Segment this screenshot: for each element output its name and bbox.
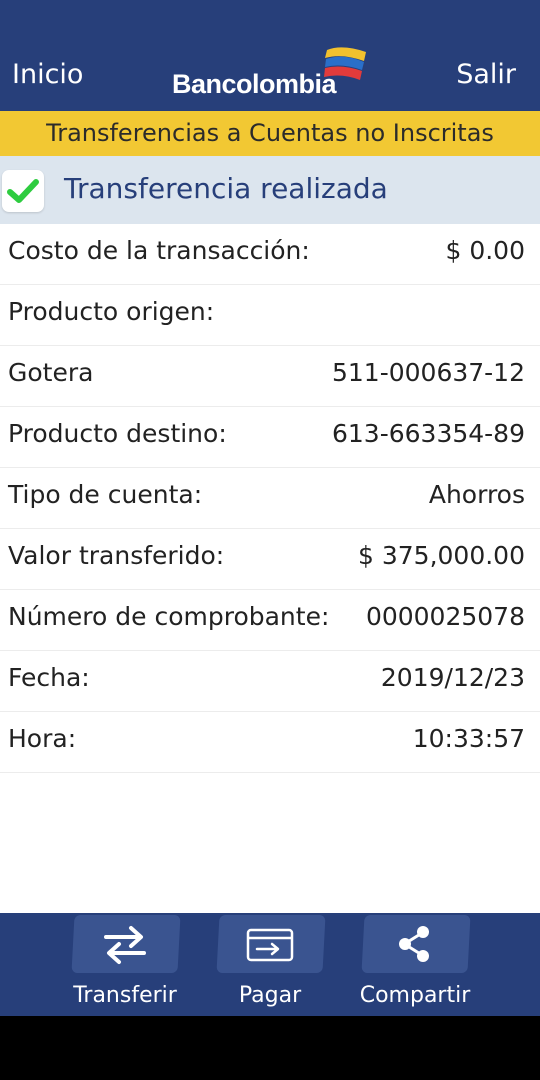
detail-value: 613-663354-89 [331,419,525,448]
check-icon [2,170,44,212]
detail-value: 511-000637-12 [331,358,525,387]
transaction-details: Costo de la transacción: $ 0.00 Producto… [0,224,540,773]
detail-value: 10:33:57 [412,724,525,753]
detail-label: Producto destino: [8,419,227,448]
detail-label: Valor transferido: [8,541,225,570]
detail-label: Costo de la transacción: [8,236,310,265]
status-message: Transferencia realizada [64,172,388,205]
logo-flag-icon [324,47,366,80]
detail-row-destination-product: Producto destino: 613-663354-89 [0,407,540,468]
detail-row-amount: Valor transferido: $ 375,000.00 [0,529,540,590]
detail-label: Producto origen: [8,297,215,326]
card-icon [246,928,294,962]
pay-label: Pagar [238,983,302,1008]
detail-row-time: Hora: 10:33:57 [0,712,540,773]
app-screen: Inicio Bancolombia Salir Transferencias … [0,0,540,1016]
transfer-button[interactable]: Transferir [65,913,185,1016]
status-banner: Transferencia realizada [0,156,540,224]
detail-value: 0000025078 [365,602,525,631]
detail-label: Gotera [8,358,94,387]
detail-label: Número de comprobante: [8,602,330,631]
detail-row-receipt-number: Número de comprobante: 0000025078 [0,590,540,651]
share-icon [399,926,429,962]
transfer-label: Transferir [73,983,177,1008]
system-navigation-bar [0,1016,540,1080]
detail-value: 2019/12/23 [380,663,525,692]
logout-link[interactable]: Salir [456,58,516,92]
detail-label: Fecha: [8,663,90,692]
share-button[interactable]: Compartir [355,913,475,1016]
detail-row-origin-product: Producto origen: [0,285,540,346]
logo-wordmark: Bancolombia [172,69,337,99]
section-title: Transferencias a Cuentas no Inscritas [0,111,540,156]
detail-value: Ahorros [428,480,525,509]
bottom-action-bar: Transferir Pagar Compartir [0,913,540,1016]
share-label: Compartir [359,983,471,1008]
transfer-arrows-icon [104,926,146,964]
detail-label: Tipo de cuenta: [8,480,203,509]
detail-row-cost: Costo de la transacción: $ 0.00 [0,224,540,285]
detail-label: Hora: [8,724,77,753]
detail-row-account-type: Tipo de cuenta: Ahorros [0,468,540,529]
top-app-bar: Inicio Bancolombia Salir [0,0,540,111]
detail-value: $ 0.00 [445,236,525,265]
detail-row-origin-account: Gotera 511-000637-12 [0,346,540,407]
bancolombia-logo: Bancolombia [172,44,372,104]
home-link[interactable]: Inicio [12,58,83,92]
detail-value: $ 375,000.00 [358,541,525,570]
detail-row-date: Fecha: 2019/12/23 [0,651,540,712]
pay-button[interactable]: Pagar [210,913,330,1016]
